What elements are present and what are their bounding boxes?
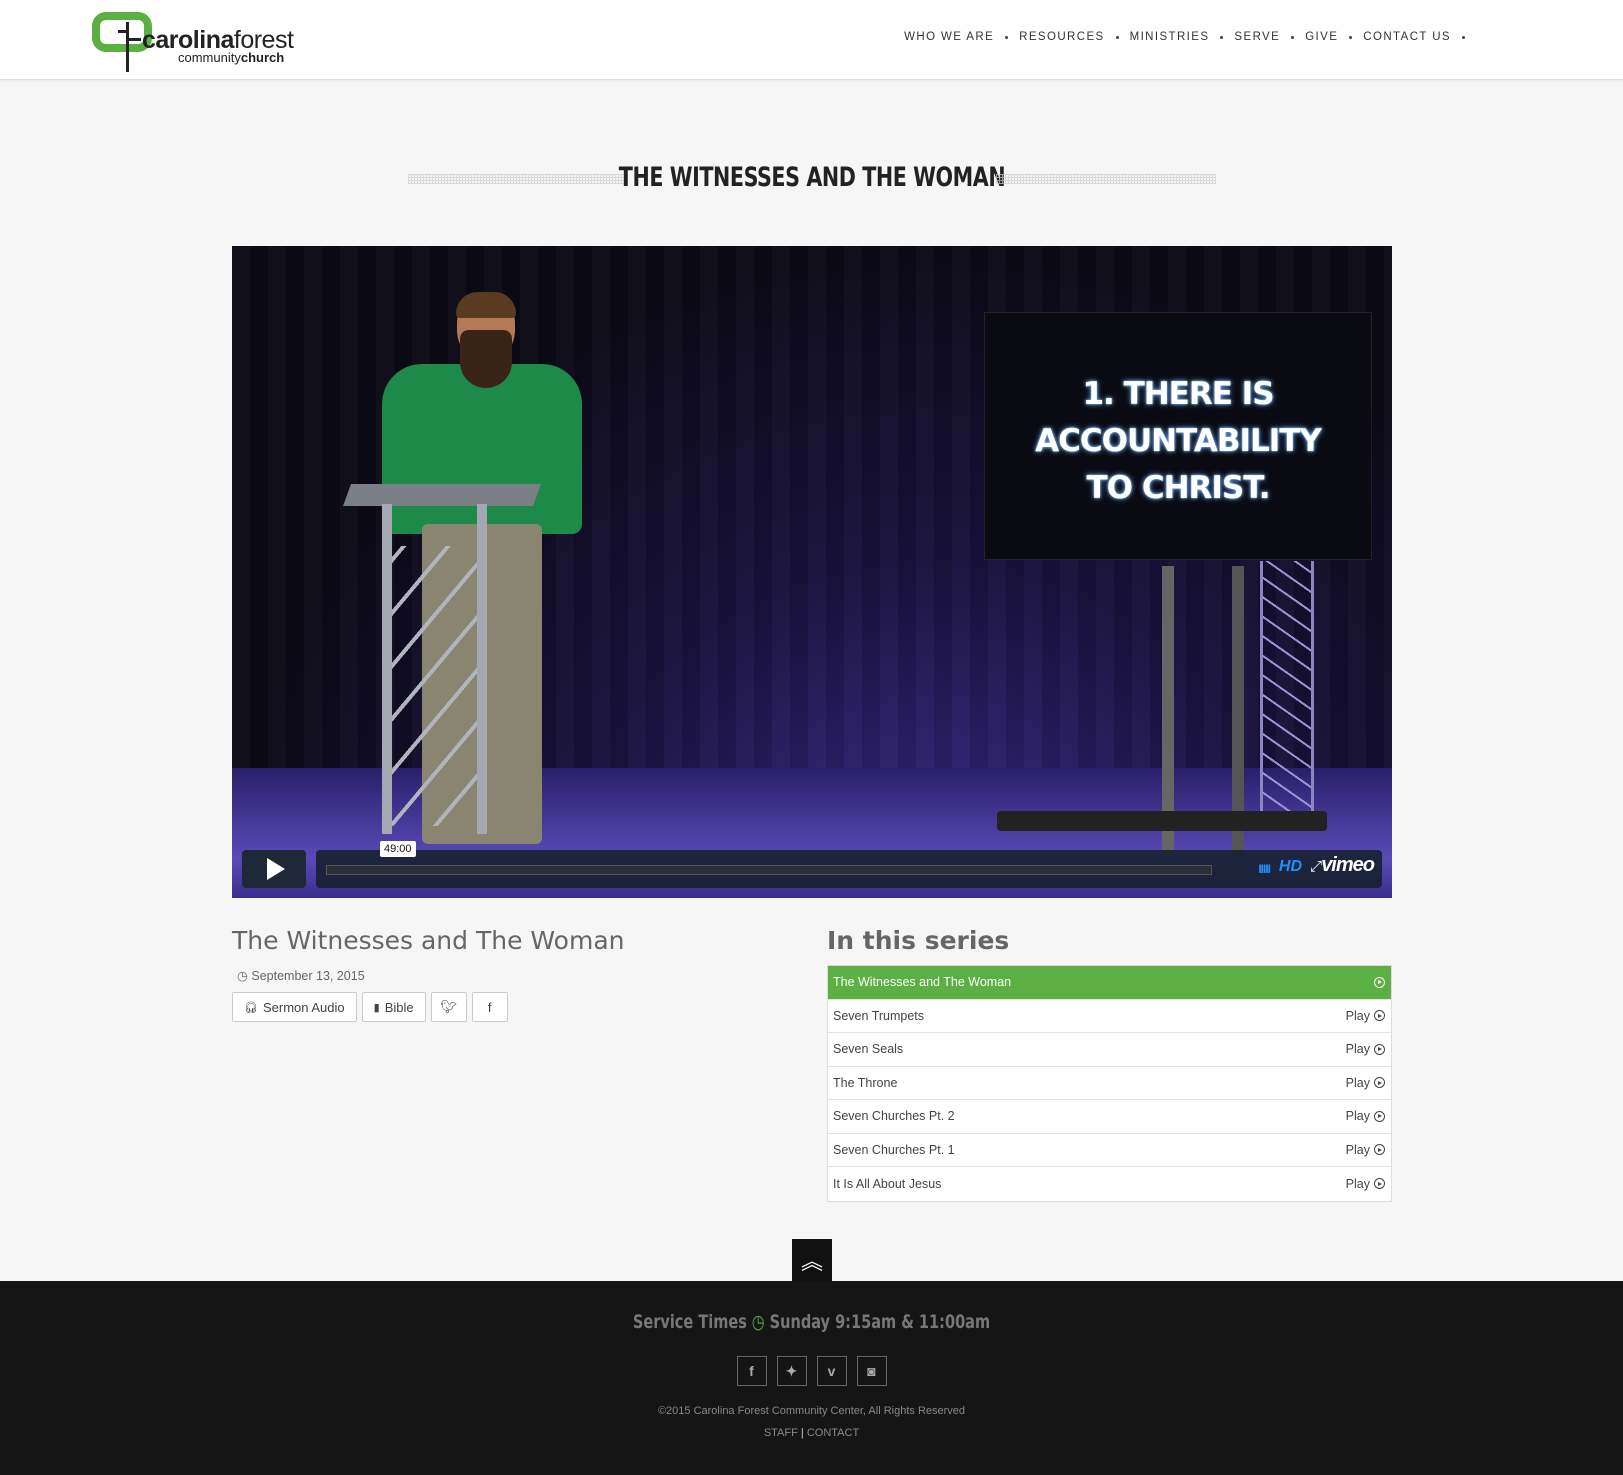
clock-icon: ◷ [751, 1311, 765, 1333]
video-podium [342, 484, 542, 506]
title-divider-right [996, 174, 1216, 184]
twitter-icon[interactable]: ✦ [776, 1356, 807, 1386]
play-circle-icon [1374, 1178, 1385, 1190]
site-logo[interactable]: carolinaforest communitychurch [90, 10, 320, 72]
play-link[interactable]: Play [1346, 1177, 1385, 1191]
clock-icon: ◷ [237, 969, 252, 983]
twitter-share-button[interactable]: 🐦︎ [430, 992, 467, 1022]
site-footer: Service Times ◷ Sunday 9:15am & 11:00am … [0, 1281, 1623, 1475]
play-circle-icon [1374, 1077, 1385, 1089]
instagram-icon[interactable]: ◙ [856, 1356, 887, 1386]
facebook-share-button[interactable]: f [471, 992, 508, 1022]
nav-contact-us[interactable]: CONTACT US [1363, 31, 1451, 43]
logo-subtitle: communitychurch [178, 50, 285, 65]
play-link[interactable]: Play [1346, 1009, 1385, 1023]
play-button[interactable] [242, 850, 306, 888]
page-title-block: THE WITNESSES AND THE WOMAN [408, 160, 1216, 200]
slide-line-2: ACCOUNTABILITY [1035, 423, 1322, 459]
play-circle-icon [1374, 976, 1385, 988]
play-link[interactable]: Play [1346, 1109, 1385, 1123]
series-heading: In this series [827, 926, 1010, 955]
site-header: carolinaforest communitychurch WHO WE AR… [0, 0, 1623, 80]
slide-line-1: 1. THERE IS [1082, 376, 1274, 412]
nav-who-we-are[interactable]: WHO WE ARE [904, 31, 994, 43]
video-player[interactable]: 1. THERE IS ACCOUNTABILITY TO CHRIST. 49… [232, 246, 1392, 898]
volume-icon[interactable]: IIIII [1258, 862, 1271, 876]
headphones-icon: 🎧︎ [244, 1001, 258, 1014]
facebook-icon[interactable]: f [736, 1356, 767, 1386]
play-icon [267, 858, 285, 880]
main-nav: WHO WE ARE RESOURCES MINISTRIES SERVE GI… [904, 31, 1476, 43]
facebook-icon: f [487, 999, 492, 1015]
play-circle-icon [1374, 1043, 1385, 1055]
progress-track[interactable] [326, 865, 1212, 875]
nav-give[interactable]: GIVE [1305, 31, 1338, 43]
video-slide-screen: 1. THERE IS ACCOUNTABILITY TO CHRIST. [984, 312, 1372, 560]
play-link[interactable]: Play [1346, 1143, 1385, 1157]
series-item[interactable]: Seven Trumpets Play [828, 1000, 1391, 1033]
footer-link-contact[interactable]: CONTACT [807, 1427, 859, 1439]
series-item[interactable]: Seven Seals Play [828, 1033, 1391, 1067]
series-item[interactable]: The Throne Play [828, 1067, 1391, 1100]
book-icon: ▮ [373, 1001, 380, 1014]
bible-button[interactable]: ▮ Bible [361, 992, 426, 1022]
slide-line-3: TO CHRIST. [1086, 470, 1271, 506]
sermon-actions: 🎧︎ Sermon Audio ▮ Bible 🐦︎ f [232, 992, 508, 1022]
service-times: Service Times ◷ Sunday 9:15am & 11:00am [632, 1311, 991, 1333]
twitter-icon: 🐦︎ [440, 999, 457, 1014]
series-item[interactable]: It Is All About Jesus Play [828, 1167, 1391, 1201]
series-item[interactable]: Seven Churches Pt. 1 Play [828, 1134, 1391, 1167]
nav-ministries[interactable]: MINISTRIES [1130, 31, 1210, 43]
vimeo-icon[interactable]: v [816, 1356, 847, 1386]
duration-tooltip: 49:00 [380, 841, 416, 857]
social-links: f ✦ v ◙ [0, 1356, 1623, 1386]
series-item[interactable]: Seven Churches Pt. 2 Play [828, 1100, 1391, 1134]
control-bar: 49:00 IIIII HD ⤢ vimeo [316, 841, 1382, 888]
series-item-active[interactable]: The Witnesses and The Woman [828, 966, 1391, 1000]
series-list: The Witnesses and The Woman Seven Trumpe… [827, 965, 1392, 1202]
play-link[interactable]: Play [1346, 1076, 1385, 1090]
chevrons-up-icon: ︽ [800, 1249, 823, 1274]
footer-link-staff[interactable]: STAFF [764, 1427, 798, 1439]
play-circle-icon [1374, 1010, 1385, 1022]
play-link[interactable]: Play [1346, 1042, 1385, 1056]
nav-serve[interactable]: SERVE [1234, 31, 1280, 43]
vimeo-logo[interactable]: vimeo [1321, 854, 1375, 877]
play-circle-icon [1374, 1144, 1385, 1156]
nav-resources[interactable]: RESOURCES [1019, 31, 1104, 43]
sermon-date: ◷ September 13, 2015 [237, 969, 365, 983]
copyright: ©2015 Carolina Forest Community Center, … [657, 1405, 966, 1417]
hd-toggle[interactable]: HD [1279, 858, 1302, 876]
fullscreen-icon[interactable]: ⤢ [1310, 858, 1322, 875]
play-circle-icon [1374, 1110, 1385, 1122]
footer-links: STAFF | CONTACT [763, 1427, 860, 1439]
sermon-audio-button[interactable]: 🎧︎ Sermon Audio [232, 992, 357, 1022]
back-to-top-button[interactable]: ︽ [792, 1239, 832, 1281]
sermon-title: The Witnesses and The Woman [232, 926, 625, 955]
video-controls: 49:00 IIIII HD ⤢ vimeo [242, 841, 1382, 888]
